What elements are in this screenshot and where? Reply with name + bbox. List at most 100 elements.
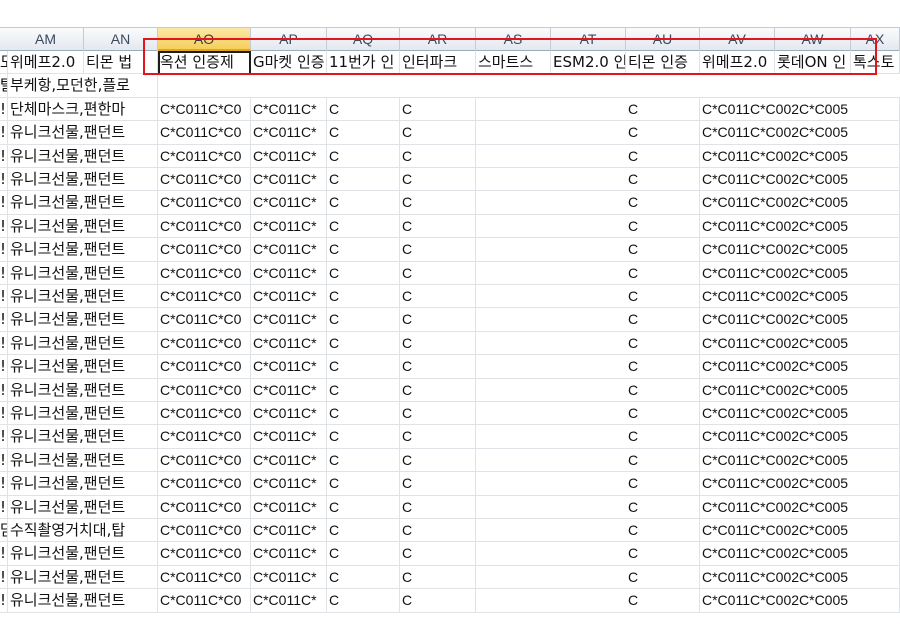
cell-ap[interactable]: C*C011C*	[251, 378, 327, 402]
cell-ao[interactable]: C*C011C*C0	[158, 495, 251, 519]
edge-mark[interactable]: 탈	[0, 74, 8, 98]
edge-mark[interactable]: !	[0, 472, 8, 496]
cell-ao[interactable]: C*C011C*C0	[158, 378, 251, 402]
cell-ap[interactable]: C*C011C*	[251, 448, 327, 473]
product-name-cell[interactable]: 유니크선물,팬던트	[8, 168, 158, 192]
cell-au[interactable]: C	[626, 144, 700, 168]
cell-au[interactable]: C	[626, 425, 700, 449]
edge-mark[interactable]: !	[0, 402, 8, 426]
cell-ar[interactable]: C	[400, 191, 476, 215]
header-cell-5[interactable]: 11번가 인	[327, 51, 400, 75]
cell-aq[interactable]: C	[327, 331, 400, 356]
cell-av[interactable]: C*C011C*C002C*C005	[700, 214, 900, 239]
cell-av[interactable]: C*C011C*C002C*C005	[700, 331, 900, 356]
cell-ao[interactable]: C*C011C*C0	[158, 214, 251, 239]
cell-aq[interactable]: C	[327, 261, 400, 285]
cell-au[interactable]: C	[626, 519, 700, 543]
edge-mark[interactable]: !	[0, 331, 8, 356]
cell-au[interactable]: C	[626, 378, 700, 402]
cell-ar[interactable]: C	[400, 472, 476, 496]
cell-au[interactable]: C	[626, 121, 700, 145]
cell-ao[interactable]: C*C011C*C0	[158, 402, 251, 426]
column-header-ao[interactable]: AO	[158, 28, 251, 51]
product-name-cell[interactable]: 유니크선물,팬던트	[8, 261, 158, 285]
cell-ap[interactable]: C*C011C*	[251, 214, 327, 239]
cell-ar[interactable]: C	[400, 238, 476, 262]
product-name-cell[interactable]: 유니크선물,팬던트	[8, 495, 158, 519]
cell-aq[interactable]: C	[327, 425, 400, 449]
product-name-cell[interactable]: 유니크선물,팬던트	[8, 285, 158, 309]
cell-av[interactable]: C*C011C*C002C*C005	[700, 97, 900, 122]
cell-av[interactable]: C*C011C*C002C*C005	[700, 448, 900, 473]
column-header-aw[interactable]: AW	[775, 28, 851, 51]
cell-aq[interactable]: C	[327, 97, 400, 122]
cell-ao[interactable]: C*C011C*C0	[158, 448, 251, 473]
cell-au[interactable]: C	[626, 402, 700, 426]
edge-mark[interactable]: !	[0, 285, 8, 309]
edge-mark[interactable]: !	[0, 425, 8, 449]
product-name-cell[interactable]: 유니크선물,팬던트	[8, 238, 158, 262]
cell-ao[interactable]: C*C011C*C0	[158, 425, 251, 449]
edge-mark[interactable]: !	[0, 448, 8, 473]
cell-ar[interactable]: C	[400, 97, 476, 122]
edge-mark[interactable]: 담	[0, 519, 8, 543]
cell-ar[interactable]: C	[400, 402, 476, 426]
product-name-cell[interactable]: 유니크선물,팬던트	[8, 355, 158, 379]
column-header-ax[interactable]: AX	[851, 28, 900, 51]
header-cell-1[interactable]: 위메프2.0	[8, 51, 84, 75]
cell-aq[interactable]: C	[327, 121, 400, 145]
edge-mark[interactable]: !	[0, 261, 8, 285]
cell-av[interactable]: C*C011C*C002C*C005	[700, 519, 900, 543]
product-name-cell[interactable]: 유니크선물,팬던트	[8, 448, 158, 473]
column-header-as[interactable]: AS	[476, 28, 551, 51]
cell-au[interactable]: C	[626, 542, 700, 566]
cell-ar[interactable]: C	[400, 589, 476, 613]
cell-av[interactable]: C*C011C*C002C*C005	[700, 495, 900, 519]
cell-ao[interactable]: C*C011C*C0	[158, 519, 251, 543]
edge-mark[interactable]: !	[0, 238, 8, 262]
cell-aq[interactable]: C	[327, 402, 400, 426]
product-name-cell[interactable]: 유니크선물,팬던트	[8, 308, 158, 332]
product-name-cell[interactable]: 유니크선물,팬던트	[8, 542, 158, 566]
cell-ap[interactable]: C*C011C*	[251, 285, 327, 309]
cell-ap[interactable]: C*C011C*	[251, 144, 327, 168]
cell-ar[interactable]: C	[400, 285, 476, 309]
product-name-cell[interactable]: 유니크선물,팬던트	[8, 121, 158, 145]
cell-av[interactable]: C*C011C*C002C*C005	[700, 308, 900, 332]
cell-aq[interactable]: C	[327, 168, 400, 192]
edge-mark[interactable]: !	[0, 355, 8, 379]
product-name-cell[interactable]: 부케항,모던한,플로	[8, 74, 158, 98]
product-name-cell[interactable]: 유니크선물,팬던트	[8, 331, 158, 356]
cell-av[interactable]: C*C011C*C002C*C005	[700, 144, 900, 168]
cell-ao[interactable]: C*C011C*C0	[158, 191, 251, 215]
cell-ao[interactable]: C*C011C*C0	[158, 472, 251, 496]
cell-aq[interactable]: C	[327, 519, 400, 543]
cell-ap[interactable]: C*C011C*	[251, 589, 327, 613]
cell-av[interactable]: C*C011C*C002C*C005	[700, 589, 900, 613]
edge-mark[interactable]: !	[0, 191, 8, 215]
cell-au[interactable]: C	[626, 308, 700, 332]
header-cell-0[interactable]: 도	[0, 51, 8, 75]
header-cell-4[interactable]: G마켓 인증	[251, 51, 327, 75]
cell-ao[interactable]: C*C011C*C0	[158, 97, 251, 122]
edge-mark[interactable]: !	[0, 97, 8, 122]
cell-ar[interactable]: C	[400, 495, 476, 519]
cell-ao[interactable]: C*C011C*C0	[158, 285, 251, 309]
cell-au[interactable]: C	[626, 168, 700, 192]
cell-au[interactable]: C	[626, 472, 700, 496]
cell-ap[interactable]: C*C011C*	[251, 542, 327, 566]
cell-ap[interactable]: C*C011C*	[251, 121, 327, 145]
cell-ar[interactable]: C	[400, 308, 476, 332]
column-header-ar[interactable]: AR	[400, 28, 476, 51]
cell-ao[interactable]: C*C011C*C0	[158, 168, 251, 192]
cell-au[interactable]: C	[626, 261, 700, 285]
product-name-cell[interactable]: 유니크선물,팬던트	[8, 565, 158, 590]
cell-au[interactable]: C	[626, 448, 700, 473]
cell-ar[interactable]: C	[400, 214, 476, 239]
cell-av[interactable]: C*C011C*C002C*C005	[700, 402, 900, 426]
column-header-aq[interactable]: AQ	[327, 28, 400, 51]
product-name-cell[interactable]: 유니크선물,팬던트	[8, 425, 158, 449]
cell-aq[interactable]: C	[327, 565, 400, 590]
cell-ao[interactable]: C*C011C*C0	[158, 144, 251, 168]
cell-ap[interactable]: C*C011C*	[251, 519, 327, 543]
